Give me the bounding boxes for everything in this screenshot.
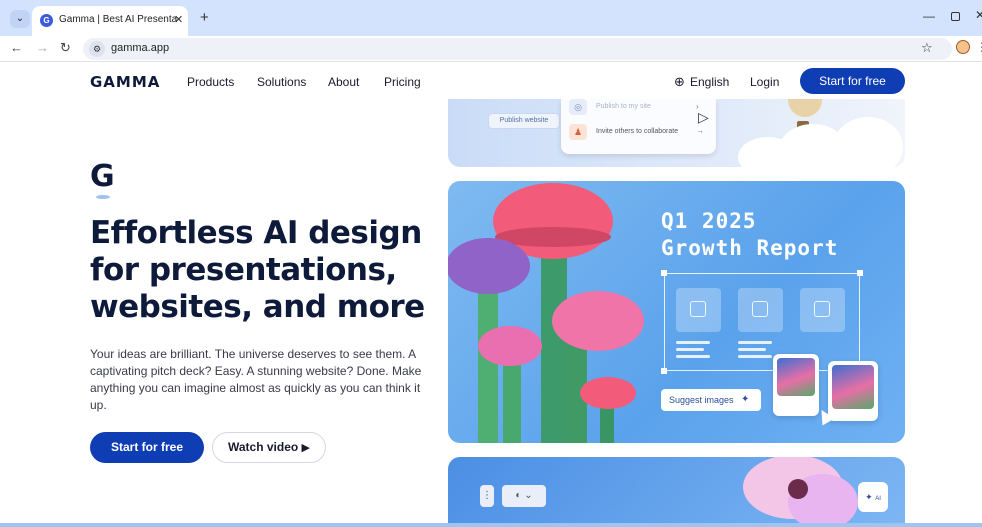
sparkle-icon: ✦ (741, 394, 750, 405)
gamma-mark-icon: G (90, 159, 115, 194)
page-bottom-edge (0, 523, 982, 527)
url-text: gamma.app (111, 42, 170, 54)
nav-solutions[interactable]: Solutions (257, 75, 306, 89)
publish-website-chip: Publish website (488, 113, 560, 129)
globe-icon[interactable]: ⊕ (674, 74, 685, 90)
browser-tab-bar: ⌄ G Gamma | Best AI Presentation Maker ✕… (0, 0, 982, 36)
restore-icon[interactable] (951, 12, 960, 21)
globe-icon: ◎ (569, 99, 587, 115)
hero-headline: Effortless AI design for presentations, … (90, 215, 425, 325)
kebab-menu-icon[interactable]: ⋮ (976, 40, 982, 54)
report-title-line1: Q1 2025 (661, 209, 757, 233)
flower-illustration (743, 457, 858, 527)
nav-products[interactable]: Products (187, 75, 234, 89)
mark-shadow (96, 195, 110, 199)
address-bar[interactable]: ⚙ gamma.app ☆ (83, 38, 952, 60)
image-icon (752, 301, 768, 317)
gamma-favicon: G (40, 14, 53, 27)
cursor-icon: ▷ (698, 109, 709, 125)
suggest-images-button[interactable]: Suggest images ✦ (661, 389, 761, 411)
gamma-logo[interactable]: GAMMA (90, 73, 160, 91)
editor-showcase-card: ⋮ ◐ ⌄ ✦ AI (448, 457, 905, 527)
resize-handle[interactable] (857, 270, 863, 276)
tab-title: Gamma | Best AI Presentation Maker (59, 14, 177, 25)
start-for-free-header-button[interactable]: Start for free (800, 68, 905, 94)
language-selector[interactable]: English (690, 75, 729, 89)
publish-showcase-card: Publish website ◎ Publish to my site › ♟… (448, 99, 905, 167)
watch-video-button[interactable]: Watch video ▶ (212, 432, 326, 463)
mushroom-illustration (448, 183, 644, 443)
ai-label: AI (875, 496, 881, 502)
menu-item-publish: Publish to my site (596, 103, 651, 110)
forward-arrow-icon[interactable]: → (36, 40, 49, 55)
image-placeholder (800, 288, 845, 332)
profile-avatar[interactable] (956, 40, 970, 54)
nav-about[interactable]: About (328, 75, 359, 89)
ai-sparkle-button[interactable]: ✦ AI (858, 482, 888, 512)
cloud-illustration (833, 117, 903, 167)
drag-handle-icon[interactable]: ⋮ (480, 485, 494, 507)
publish-menu: ◎ Publish to my site › ♟ Invite others t… (561, 99, 716, 154)
text-line (738, 348, 766, 351)
image-icon (690, 301, 706, 317)
palette-icon[interactable]: ◐ ⌄ (502, 485, 546, 507)
login-link[interactable]: Login (750, 75, 779, 89)
close-icon[interactable]: ✕ (174, 13, 183, 26)
chevron-down-icon[interactable]: ⌄ (10, 10, 30, 28)
image-icon (814, 301, 830, 317)
text-line (676, 355, 710, 358)
window-close-icon[interactable]: ✕ (975, 8, 982, 22)
resize-handle[interactable] (661, 368, 667, 374)
text-line (738, 341, 772, 344)
suggest-images-label: Suggest images (669, 395, 734, 405)
image-placeholder (738, 288, 783, 332)
browser-tab[interactable]: G Gamma | Best AI Presentation Maker ✕ (32, 6, 188, 36)
text-line (738, 355, 772, 358)
image-suggestion[interactable] (773, 354, 819, 416)
watch-video-label: Watch video (227, 440, 299, 454)
report-title: Q1 2025 Growth Report (661, 208, 838, 262)
reload-icon[interactable]: ↻ (60, 40, 71, 56)
minimize-icon[interactable]: — (923, 9, 935, 23)
resize-handle[interactable] (661, 270, 667, 276)
menu-item-invite: Invite others to collaborate (596, 128, 679, 135)
image-placeholder (676, 288, 721, 332)
image-suggestion[interactable] (828, 361, 878, 421)
balloon-illustration (788, 99, 822, 117)
suggested-image (777, 358, 815, 396)
hero-subcopy: Your ideas are brilliant. The universe d… (90, 347, 422, 412)
plus-icon[interactable]: + (200, 9, 209, 26)
site-info-icon[interactable]: ⚙ (89, 41, 105, 57)
play-icon: ▶ (301, 442, 311, 454)
growth-report-card: Q1 2025 Growth Report Suggest images ✦ (448, 181, 905, 443)
arrow-right-icon: → (696, 126, 704, 135)
browser-toolbar: ← → ↻ ⚙ gamma.app ☆ (0, 36, 982, 62)
report-title-line2: Growth Report (661, 236, 839, 260)
suggested-image (832, 365, 874, 409)
back-arrow-icon[interactable]: ← (10, 40, 23, 55)
nav-pricing[interactable]: Pricing (384, 75, 421, 89)
text-line (676, 348, 704, 351)
sparkle-icon: ✦ (865, 492, 873, 502)
star-icon[interactable]: ☆ (921, 40, 933, 56)
users-icon: ♟ (569, 124, 587, 140)
text-line (676, 341, 710, 344)
start-for-free-button[interactable]: Start for free (90, 432, 204, 463)
